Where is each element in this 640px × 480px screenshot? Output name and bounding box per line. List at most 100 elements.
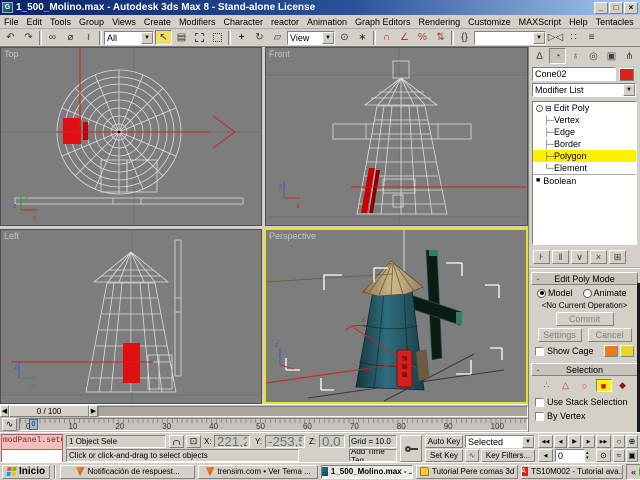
viewport-front[interactable]: Front [265, 47, 528, 226]
next-frame-arrow[interactable]: ▶ [89, 405, 98, 417]
start-button[interactable]: Inicio [2, 465, 50, 479]
remove-modifier-icon[interactable]: × [590, 250, 607, 264]
mini-curve-editor-icon[interactable]: ∿ [2, 418, 17, 431]
pan-view-icon[interactable]: ≈ [613, 449, 625, 462]
menu-edit[interactable]: Edit [23, 17, 47, 27]
create-tab-icon[interactable]: ∆ [531, 48, 548, 64]
auto-key-button[interactable]: Auto Key [425, 435, 463, 448]
stack-sub-edge[interactable]: ├─Edge [533, 126, 636, 138]
zoom-all-icon[interactable]: ⊕ [626, 435, 638, 448]
taskbar-item-pdf-tutorial[interactable]: A TS10M002 - Tutorial ava... [521, 465, 623, 479]
selection-header[interactable]: - Selection [531, 363, 638, 376]
menu-tentacles[interactable]: Tentacles [592, 17, 638, 27]
set-key-button[interactable]: Set Key [425, 449, 463, 462]
time-configuration-icon[interactable]: ⊙ [596, 449, 611, 462]
minimize-button[interactable]: _ [594, 2, 608, 14]
selection-set-dropdown[interactable]: Selected ▼ [465, 435, 535, 448]
percent-snap-icon[interactable]: % [414, 30, 431, 45]
selection-filter-dropdown[interactable]: All ▼ [104, 31, 154, 45]
play-icon[interactable]: ▶ [568, 435, 581, 448]
animate-radio[interactable]: Animate [583, 288, 627, 298]
set-keys-icon[interactable] [400, 435, 422, 462]
listener-script-line[interactable] [2, 449, 62, 462]
layer-manager-icon[interactable]: ≡ [583, 30, 600, 45]
lightbulb-icon[interactable] [536, 105, 543, 112]
taskbar-item-forum-notification[interactable]: Notificación de respuest... [60, 465, 195, 479]
object-name-field[interactable] [532, 67, 616, 81]
named-selection-dropdown[interactable]: ▼ [474, 31, 546, 45]
named-selection-sets-icon[interactable]: {} [456, 30, 473, 45]
x-coordinate-field[interactable] [214, 435, 250, 448]
time-slider-channel[interactable] [98, 406, 528, 417]
polygon-subobject-icon-active[interactable]: ■ [596, 379, 612, 392]
by-vertex-checkbox[interactable]: By Vertex [531, 409, 638, 423]
dropdown-arrow-icon[interactable]: ▼ [623, 84, 635, 96]
stack-sub-border[interactable]: ├─Border [533, 138, 636, 150]
next-frame-icon[interactable]: ▶ [582, 435, 595, 448]
viewport-top[interactable]: Top [0, 47, 262, 226]
redo-icon[interactable]: ↷ [20, 30, 37, 45]
viewport-perspective[interactable]: Perspective [264, 228, 528, 404]
modify-tab-icon[interactable]: ◔ [549, 48, 566, 64]
zoom-viewport-icon[interactable]: ○ [613, 435, 625, 448]
use-pivot-center-icon[interactable]: ⊙ [336, 30, 353, 45]
menu-reactor[interactable]: reactor [267, 17, 303, 27]
maximize-viewport-toggle-icon[interactable]: ▣ [626, 449, 638, 462]
settings-button[interactable]: Settings [538, 328, 582, 342]
menu-animation[interactable]: Animation [303, 17, 351, 27]
select-and-scale-icon[interactable]: ▱ [269, 30, 286, 45]
select-and-link-icon[interactable]: ∞ [44, 30, 61, 45]
dropdown-arrow-icon[interactable]: ▼ [533, 32, 545, 44]
menu-graph-editors[interactable]: Graph Editors [351, 17, 415, 27]
cage-selected-color-swatch[interactable] [620, 345, 634, 357]
previous-frame-arrow[interactable]: ◀ [0, 405, 9, 417]
stack-item-edit-poly[interactable]: ⊟ Edit Poly [533, 102, 636, 114]
collapse-icon[interactable]: - [532, 274, 544, 284]
rectangular-region-icon[interactable] [191, 30, 208, 45]
menu-customize[interactable]: Customize [464, 17, 515, 27]
previous-frame-icon[interactable]: ◀ [554, 435, 567, 448]
commit-button[interactable]: Commit [556, 312, 614, 326]
make-unique-icon[interactable]: ∨ [571, 250, 588, 264]
track-bar-ruler[interactable]: 0 010 2030 4050 6070 8090 100 [19, 418, 528, 431]
dropdown-arrow-icon[interactable]: ▼ [141, 32, 153, 44]
border-subobject-icon[interactable]: ○ [577, 379, 593, 392]
reference-coordinate-dropdown[interactable]: View ▼ [287, 31, 335, 45]
y-coordinate-field[interactable] [265, 435, 305, 448]
collapse-icon[interactable]: - [532, 365, 544, 375]
taskbar-item-tutorial-folder[interactable]: Tutorial Pere comas 3d [416, 465, 518, 479]
show-cage-checkbox[interactable]: Show Cage [535, 346, 594, 356]
maxscript-mini-listener[interactable]: modPanel.setC [1, 434, 63, 462]
stack-sub-vertex[interactable]: ├─Vertex [533, 114, 636, 126]
motion-tab-icon[interactable]: ◎ [585, 48, 602, 64]
select-and-rotate-icon[interactable]: ↻ [251, 30, 268, 45]
select-object-icon[interactable]: ↖ [155, 30, 172, 45]
menu-create[interactable]: Create [140, 17, 175, 27]
use-stack-selection-checkbox[interactable]: Use Stack Selection [531, 395, 638, 409]
menu-character[interactable]: Character [219, 17, 267, 27]
cancel-button[interactable]: Cancel [588, 328, 632, 342]
vertex-subobject-icon[interactable]: ∴ [539, 379, 555, 392]
configure-modifier-sets-icon[interactable]: ⊞ [609, 250, 626, 264]
display-tab-icon[interactable]: ▣ [603, 48, 620, 64]
menu-tools[interactable]: Tools [46, 17, 75, 27]
mirror-icon[interactable]: ▷◁ [547, 30, 564, 45]
taskbar-item-molino-active[interactable]: 1_500_Molino.max - ... [321, 465, 413, 479]
dropdown-arrow-icon[interactable]: ▼ [522, 436, 534, 448]
edge-subobject-icon[interactable]: △ [558, 379, 574, 392]
stack-item-boolean[interactable]: ■ Boolean [533, 174, 636, 186]
angle-snap-icon[interactable]: ∠ [396, 30, 413, 45]
z-coordinate-field[interactable] [319, 435, 345, 448]
spinner-snap-icon[interactable]: ⇅ [432, 30, 449, 45]
hierarchy-tab-icon[interactable]: ♁ [567, 48, 584, 64]
select-by-name-icon[interactable]: ▤ [173, 30, 190, 45]
cage-color-swatch[interactable] [604, 345, 618, 357]
menu-file[interactable]: File [0, 17, 23, 27]
model-radio[interactable]: Model [537, 288, 573, 298]
menu-rendering[interactable]: Rendering [415, 17, 465, 27]
selection-lock-icon[interactable] [169, 435, 184, 448]
menu-views[interactable]: Views [108, 17, 140, 27]
key-filters-button[interactable]: Key Filters... [481, 449, 535, 462]
restore-button[interactable]: □ [609, 2, 623, 14]
dropdown-arrow-icon[interactable]: ▼ [322, 32, 334, 44]
